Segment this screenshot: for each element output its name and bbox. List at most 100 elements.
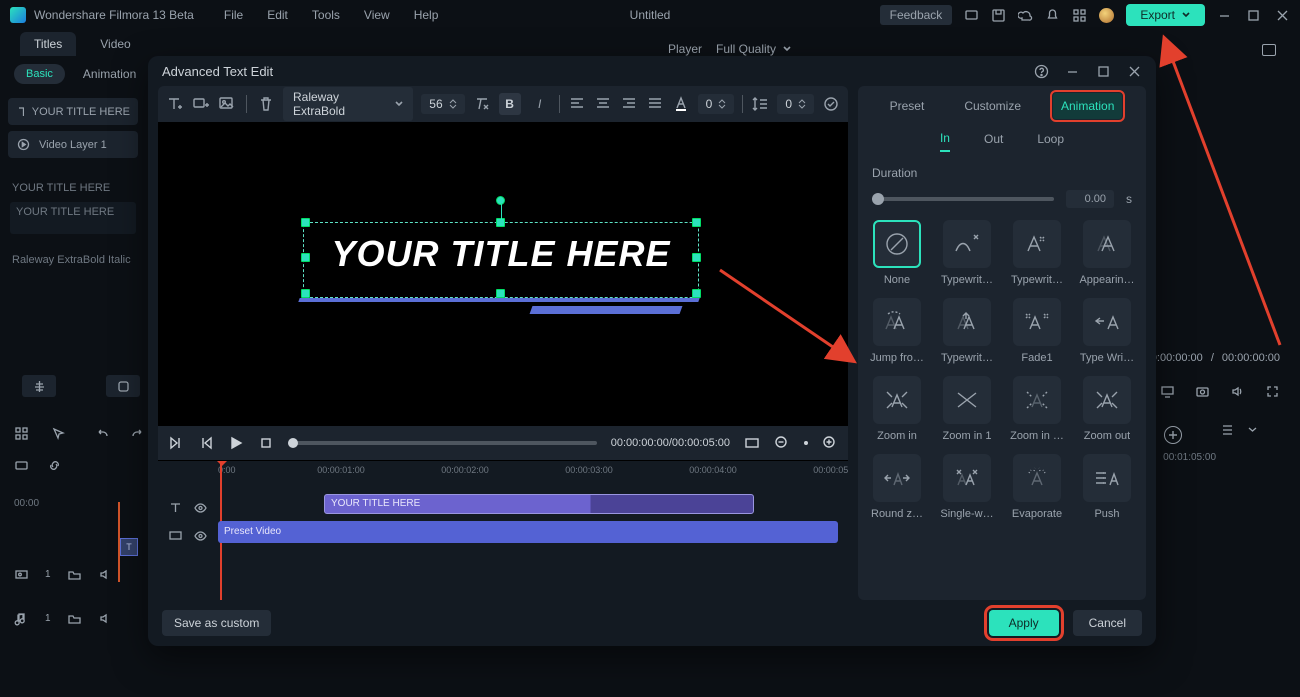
anim-item-5[interactable]: Typewrit… (938, 298, 996, 364)
scrub-bar[interactable] (288, 441, 597, 445)
anim-item-9[interactable]: Zoom in 1 (938, 376, 996, 442)
bell-icon[interactable] (1045, 8, 1060, 23)
duration-slider[interactable] (872, 197, 1054, 201)
menu-view[interactable]: View (364, 8, 390, 22)
apps-icon[interactable] (1072, 8, 1087, 23)
tab-video[interactable]: Video (100, 37, 130, 51)
cloud-icon[interactable] (1018, 8, 1033, 23)
subtab-animation[interactable]: Animation (83, 67, 136, 81)
left-mini-btn-2[interactable] (106, 375, 140, 397)
subtab-in[interactable]: In (940, 131, 950, 152)
clip-icon[interactable] (14, 458, 29, 473)
image-add-icon[interactable] (218, 95, 236, 113)
anim-item-7[interactable]: Type Wri… (1078, 298, 1136, 364)
duration-slider-handle[interactable] (872, 193, 884, 205)
add-track-button[interactable] (1164, 426, 1182, 444)
mini-timeline[interactable]: 0:00 00:00:01:00 00:00:02:00 00:00:03:00… (158, 460, 848, 600)
line-height-icon[interactable] (751, 95, 769, 113)
anim-item-3[interactable]: Appearin… (1078, 220, 1136, 286)
subtab-loop[interactable]: Loop (1037, 132, 1064, 151)
feedback-button[interactable]: Feedback (880, 5, 953, 25)
clear-format-icon[interactable] (473, 95, 491, 113)
dialog-maximize-icon[interactable] (1096, 64, 1111, 79)
snapshot-icon[interactable] (1262, 44, 1276, 56)
editor-canvas[interactable]: YOUR TITLE HERE (158, 122, 848, 426)
zoom-out-icon[interactable] (774, 435, 790, 451)
speaker-icon[interactable] (98, 567, 113, 582)
anim-item-14[interactable]: Evaporate (1008, 454, 1066, 520)
anim-item-1[interactable]: Typewrit… (938, 220, 996, 286)
dialog-close-icon[interactable] (1127, 64, 1142, 79)
italic-button[interactable]: I (529, 93, 551, 115)
window-close-icon[interactable] (1275, 8, 1290, 23)
display-icon[interactable] (1160, 384, 1175, 399)
tl-title-clip-thumb[interactable]: T (120, 538, 138, 556)
mini-clip-preset[interactable]: Preset Video (218, 521, 838, 543)
help-icon[interactable] (1034, 64, 1049, 79)
camera-icon[interactable] (1195, 384, 1210, 399)
redo-icon[interactable] (129, 426, 144, 441)
resize-handle-sw[interactable] (301, 289, 310, 298)
letter-spacing-field[interactable]: 0 (698, 94, 735, 114)
tab-preset[interactable]: Preset (882, 93, 933, 119)
apply-button[interactable]: Apply (989, 610, 1059, 636)
duration-value-box[interactable]: 0.00 (1066, 190, 1114, 208)
avatar-icon[interactable] (1099, 8, 1114, 23)
align-justify-icon[interactable] (646, 95, 664, 113)
undo-icon[interactable] (96, 426, 111, 441)
resize-handle-nw[interactable] (301, 218, 310, 227)
prev-frame-button[interactable] (168, 435, 184, 451)
tab-animation[interactable]: Animation (1053, 93, 1122, 119)
line-height-field[interactable]: 0 (777, 94, 814, 114)
bold-button[interactable]: B (499, 93, 521, 115)
grid-icon[interactable] (14, 426, 29, 441)
timeline-view-toggle[interactable] (1220, 422, 1260, 437)
mini-lane-text[interactable]: YOUR TITLE HERE (218, 493, 838, 515)
folder-icon[interactable] (67, 567, 82, 582)
folder-icon[interactable] (67, 611, 82, 626)
eye-icon[interactable] (193, 528, 208, 543)
align-left-icon[interactable] (568, 95, 586, 113)
stop-button[interactable] (258, 435, 274, 451)
menu-file[interactable]: File (224, 8, 243, 22)
title-text[interactable]: YOUR TITLE HERE (331, 233, 670, 274)
anim-item-10[interactable]: Zoom in … (1008, 376, 1066, 442)
export-button[interactable]: Export (1126, 4, 1205, 26)
font-family-dropdown[interactable]: Raleway ExtraBold (283, 87, 413, 121)
next-frame-button[interactable] (198, 435, 214, 451)
aspect-icon[interactable] (744, 435, 760, 451)
anim-item-13[interactable]: Single-w… (938, 454, 996, 520)
anim-item-12[interactable]: Round z… (868, 454, 926, 520)
dialog-minimize-icon[interactable] (1065, 64, 1080, 79)
resize-handle-e[interactable] (692, 253, 701, 262)
align-right-icon[interactable] (620, 95, 638, 113)
subtab-out[interactable]: Out (984, 132, 1003, 151)
anim-item-6[interactable]: Fade1 (1008, 298, 1066, 364)
resize-handle-se[interactable] (692, 289, 701, 298)
resize-handle-s[interactable] (496, 289, 505, 298)
link-icon[interactable] (47, 458, 62, 473)
layer-item-title[interactable]: YOUR TITLE HERE (8, 98, 138, 125)
resize-handle-ne[interactable] (692, 218, 701, 227)
shape-add-icon[interactable] (192, 95, 210, 113)
anim-item-11[interactable]: Zoom out (1078, 376, 1136, 442)
tab-customize[interactable]: Customize (956, 93, 1029, 119)
window-minimize-icon[interactable] (1217, 8, 1232, 23)
chevron-down-icon[interactable] (1245, 422, 1260, 437)
font-size-stepper[interactable] (449, 98, 457, 110)
title-text-box[interactable]: YOUR TITLE HERE (311, 228, 691, 288)
anim-item-4[interactable]: Jump fro… (868, 298, 926, 364)
volume-icon[interactable] (1230, 384, 1245, 399)
fullscreen-icon[interactable] (1265, 384, 1280, 399)
layer-item-video[interactable]: Video Layer 1 (8, 131, 138, 158)
speaker-icon[interactable] (98, 611, 113, 626)
play-button[interactable] (228, 435, 244, 451)
scrub-handle[interactable] (288, 438, 298, 448)
menu-help[interactable]: Help (414, 8, 439, 22)
zoom-in-icon[interactable] (822, 435, 838, 451)
anim-item-none[interactable]: None (868, 220, 926, 286)
delete-icon[interactable] (257, 95, 275, 113)
anim-item-8[interactable]: Zoom in (868, 376, 926, 442)
menu-edit[interactable]: Edit (267, 8, 288, 22)
tab-titles[interactable]: Titles (20, 32, 76, 56)
